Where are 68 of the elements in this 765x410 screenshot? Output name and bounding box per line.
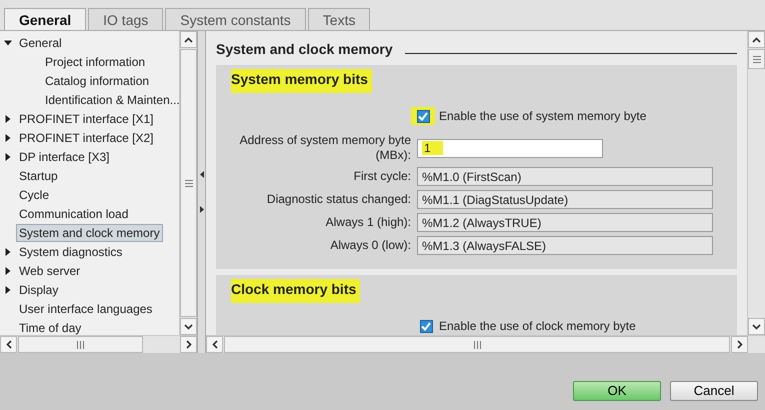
- tree-item[interactable]: User interface languages: [17, 300, 154, 316]
- field-label: First cycle:: [352, 169, 411, 184]
- tree-item[interactable]: Time of day: [17, 320, 84, 335]
- chevron-down-icon: [752, 324, 761, 330]
- readonly-field: %M1.2 (AlwaysTRUE): [417, 213, 713, 232]
- ok-button[interactable]: OK: [573, 380, 661, 400]
- scrollbar-thumb[interactable]: [748, 49, 765, 69]
- collapsed-triangle-icon[interactable]: [4, 248, 12, 256]
- tree-item[interactable]: System and clock memory: [17, 224, 162, 240]
- scroll-down-button[interactable]: [748, 318, 765, 335]
- checkbox-label: Enable the use of system memory byte: [439, 109, 646, 123]
- checkmark-icon: [421, 322, 431, 330]
- chevron-down-icon: [184, 324, 193, 330]
- tree-item[interactable]: Cycle: [17, 186, 52, 202]
- tree-item[interactable]: PROFINET interface [X1]: [17, 110, 156, 126]
- input-field[interactable]: 1: [417, 138, 603, 158]
- expanded-triangle-icon[interactable]: [4, 38, 12, 46]
- tree-item[interactable]: Communication load: [17, 206, 130, 222]
- section-title: System memory bits: [231, 69, 372, 93]
- collapsed-triangle-icon[interactable]: [4, 114, 12, 122]
- page-title: System and clock memory: [216, 41, 393, 57]
- scroll-right-button[interactable]: [731, 336, 748, 353]
- tree-item[interactable]: Catalog information: [43, 72, 152, 88]
- collapsed-triangle-icon[interactable]: [4, 266, 12, 274]
- checkmark-icon: [418, 112, 428, 120]
- tab[interactable]: System constants: [165, 8, 306, 30]
- chevron-left-icon: [6, 340, 12, 349]
- tree-item[interactable]: Startup: [17, 168, 60, 184]
- tab[interactable]: IO tags: [88, 8, 164, 30]
- collapsed-triangle-icon[interactable]: [4, 134, 12, 142]
- chevron-up-icon: [184, 36, 193, 42]
- tree-item[interactable]: Web server: [17, 262, 82, 278]
- readonly-field: %M1.3 (AlwaysFALSE): [417, 236, 713, 255]
- scroll-down-button[interactable]: [180, 318, 197, 335]
- chevron-left-icon: [212, 340, 218, 349]
- tab[interactable]: Texts: [308, 8, 370, 30]
- checkbox-label: Enable the use of clock memory byte: [439, 319, 636, 333]
- tree-item[interactable]: Project information: [43, 54, 148, 70]
- field-label: Address of system memory byte (MBx):: [238, 133, 411, 163]
- collapsed-triangle-icon[interactable]: [4, 286, 12, 294]
- scrollbar-thumb[interactable]: [18, 336, 143, 353]
- collapsed-triangle-icon[interactable]: [4, 152, 12, 160]
- chevron-up-icon: [752, 36, 761, 42]
- scroll-up-button[interactable]: [748, 31, 765, 48]
- tree-item[interactable]: Display: [17, 282, 60, 298]
- tree-item[interactable]: DP interface [X3]: [17, 148, 112, 164]
- tree-item[interactable]: Identification & Mainten...: [43, 92, 179, 108]
- tab[interactable]: General: [4, 8, 86, 30]
- scroll-left-button[interactable]: [206, 336, 223, 353]
- scrollbar-thumb[interactable]: [224, 336, 730, 353]
- checkbox[interactable]: [417, 317, 435, 335]
- scroll-left-button[interactable]: [0, 336, 17, 353]
- readonly-field: %M1.0 (FirstScan): [417, 167, 713, 186]
- tree-item[interactable]: General: [17, 34, 64, 50]
- tree-item[interactable]: PROFINET interface [X2]: [17, 130, 156, 146]
- field-label: Diagnostic status changed:: [266, 192, 411, 207]
- scrollbar-thumb[interactable]: [180, 49, 197, 317]
- chevron-right-icon: [186, 340, 192, 349]
- scroll-up-button[interactable]: [180, 31, 197, 48]
- tree-item[interactable]: System diagnostics: [17, 244, 124, 260]
- field-label: Always 1 (high):: [324, 215, 411, 230]
- cancel-button[interactable]: Cancel: [670, 380, 758, 400]
- scroll-right-button[interactable]: [180, 336, 197, 353]
- field-label: Always 0 (low):: [329, 238, 411, 253]
- chevron-right-icon: [736, 340, 742, 349]
- checkbox[interactable]: [411, 107, 435, 125]
- section-title: Clock memory bits: [231, 279, 360, 303]
- readonly-field: %M1.1 (DiagStatusUpdate): [417, 190, 713, 209]
